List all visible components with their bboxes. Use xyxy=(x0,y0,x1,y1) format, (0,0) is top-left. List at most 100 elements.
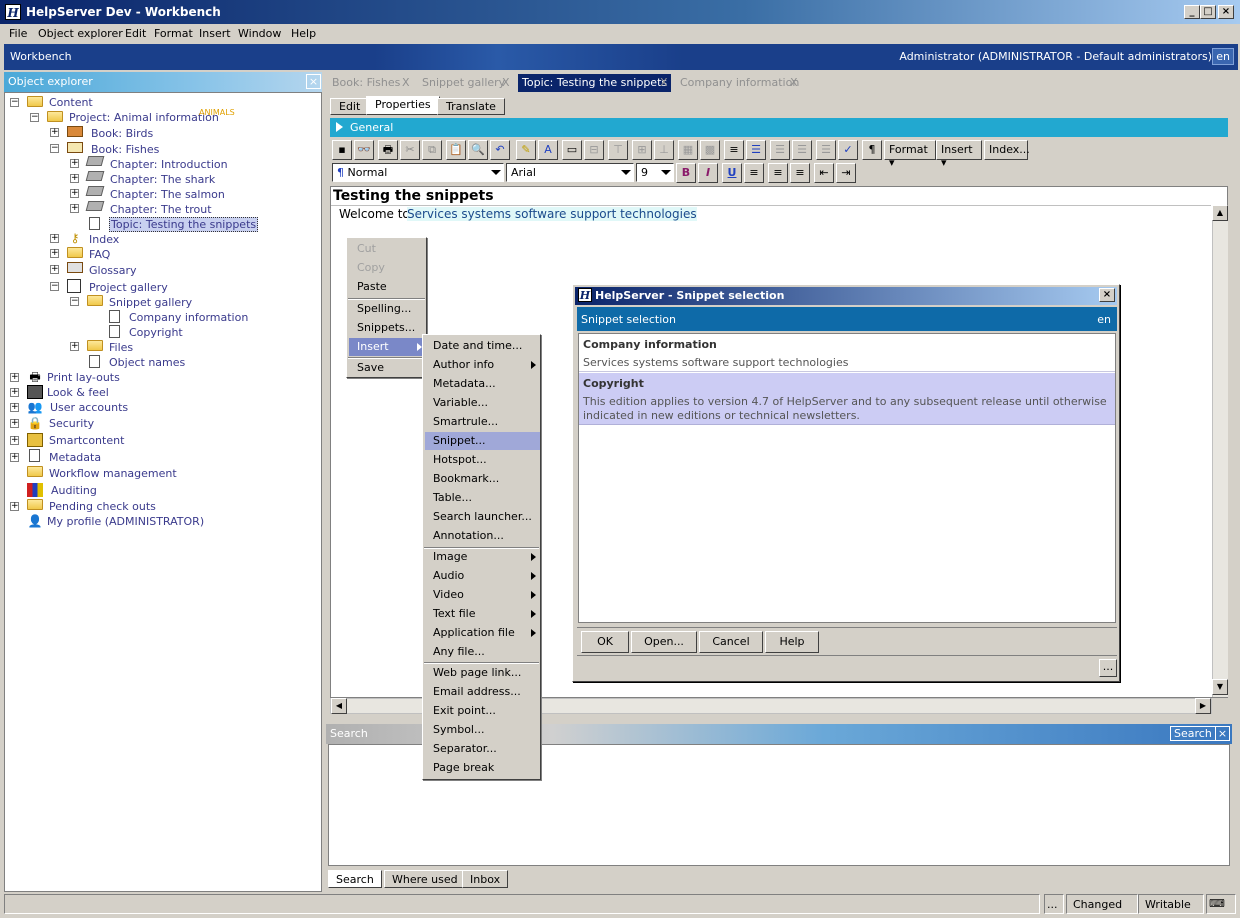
status-dots-button[interactable]: ... xyxy=(1044,894,1064,914)
copy-icon[interactable]: ⧉ xyxy=(422,140,442,160)
tree-item-content[interactable]: Content xyxy=(49,96,93,109)
tree-item-index[interactable]: Index xyxy=(89,233,119,246)
menu-item-annotation[interactable]: Annotation... xyxy=(425,527,512,545)
menu-item-table[interactable]: Table... xyxy=(425,489,480,507)
index-button[interactable]: Index... xyxy=(984,140,1030,160)
tree-item-object-names[interactable]: Object names xyxy=(109,356,185,369)
menu-format[interactable]: Format xyxy=(154,27,193,40)
tab-where-used[interactable]: Where used xyxy=(384,870,466,888)
menu-item-search-launcher[interactable]: Search launcher... xyxy=(425,508,540,526)
close-window-button[interactable]: × xyxy=(1218,5,1234,19)
paragraph-style-select[interactable]: ¶ Normal xyxy=(332,163,504,182)
menu-item-insert[interactable]: Insert xyxy=(349,338,426,356)
expand-icon[interactable]: + xyxy=(10,388,19,397)
menu-item-separator[interactable]: Separator... xyxy=(425,740,505,758)
tree-item-company-information[interactable]: Company information xyxy=(129,311,248,324)
find-icon[interactable]: 🔍 xyxy=(468,140,488,160)
tree-item-chapter-shark[interactable]: Chapter: The shark xyxy=(110,173,215,186)
highlight-icon[interactable]: ✎ xyxy=(516,140,536,160)
scroll-left-icon[interactable]: ◀ xyxy=(331,698,347,714)
expand-icon[interactable]: + xyxy=(50,249,59,258)
style-icon[interactable]: A xyxy=(538,140,558,160)
tree-item-user-accounts[interactable]: User accounts xyxy=(50,401,128,414)
tree-item-chapter-trout[interactable]: Chapter: The trout xyxy=(110,203,212,216)
menu-item-smartrule[interactable]: Smartrule... xyxy=(425,413,506,431)
menu-item-text-file[interactable]: Text file xyxy=(425,605,540,623)
collapse-icon[interactable]: − xyxy=(10,98,19,107)
menu-item-image[interactable]: Image xyxy=(425,548,540,566)
ok-button[interactable]: OK xyxy=(581,631,629,653)
cut-icon[interactable]: ✂ xyxy=(400,140,420,160)
menu-item-page-break[interactable]: Page break xyxy=(425,759,502,777)
print-icon[interactable]: 🖶 xyxy=(378,140,398,160)
menu-item-hotspot[interactable]: Hotspot... xyxy=(425,451,495,469)
tree-item-chapter-salmon[interactable]: Chapter: The salmon xyxy=(110,188,225,201)
collapse-icon[interactable]: − xyxy=(50,144,59,153)
expand-icon[interactable]: + xyxy=(70,342,79,351)
indent-icon[interactable]: ⇥ xyxy=(836,163,856,183)
cancel-button[interactable]: Cancel xyxy=(699,631,763,653)
scroll-up-icon[interactable]: ▲ xyxy=(1212,205,1228,221)
help-button[interactable]: Help xyxy=(765,631,819,653)
tree-item-auditing[interactable]: Auditing xyxy=(51,484,97,497)
tree-item-pending-checkouts[interactable]: Pending check outs xyxy=(49,500,156,513)
list-item[interactable]: Copyright This edition applies to versio… xyxy=(579,373,1115,425)
minimize-button[interactable]: _ xyxy=(1184,5,1200,19)
tree-item-files[interactable]: Files xyxy=(109,341,133,354)
menu-item-application-file[interactable]: Application file xyxy=(425,624,540,642)
menu-item-metadata[interactable]: Metadata... xyxy=(425,375,504,393)
align-left-icon[interactable]: ≡ xyxy=(744,163,764,183)
tree-item-my-profile[interactable]: My profile (ADMINISTRATOR) xyxy=(47,515,204,528)
expand-icon[interactable]: + xyxy=(10,419,19,428)
menu-item-author-info[interactable]: Author info xyxy=(425,356,540,374)
expand-icon[interactable]: + xyxy=(50,234,59,243)
italic-button[interactable]: I xyxy=(698,163,718,183)
spellcheck-icon[interactable]: ✓ xyxy=(838,140,858,160)
inserted-snippet[interactable]: Services systems software support techno… xyxy=(407,207,697,221)
pilcrow-icon[interactable]: ¶ xyxy=(862,140,882,160)
close-tab-icon[interactable]: X xyxy=(656,74,672,92)
scroll-down-icon[interactable]: ▼ xyxy=(1212,679,1228,695)
table-row-icon[interactable]: ⊟ xyxy=(584,140,604,160)
list-indent-icon[interactable]: ☰ xyxy=(770,140,790,160)
tree-item-faq[interactable]: FAQ xyxy=(89,248,110,261)
list-style-icon[interactable]: ☰ xyxy=(816,140,836,160)
cell-icon[interactable]: ▦ xyxy=(678,140,698,160)
menu-item-bookmark[interactable]: Bookmark... xyxy=(425,470,507,488)
more-button[interactable]: ... xyxy=(1099,659,1117,677)
tab-edit[interactable]: Edit xyxy=(330,98,370,115)
tab-book-fishes[interactable]: Book: Fishes xyxy=(328,74,404,92)
font-select[interactable]: Arial xyxy=(506,163,634,182)
keyboard-icon[interactable]: ⌨ xyxy=(1206,894,1236,914)
split-icon[interactable]: ⊥ xyxy=(654,140,674,160)
align-right-icon[interactable]: ≡ xyxy=(790,163,810,183)
expand-icon[interactable]: + xyxy=(50,128,59,137)
tree-item-smartcontent[interactable]: Smartcontent xyxy=(49,434,124,447)
tab-properties[interactable]: Properties xyxy=(366,96,440,115)
insert-dropdown[interactable]: Insert ▾ xyxy=(936,140,982,169)
menu-object-explorer[interactable]: Object explorer xyxy=(38,27,123,40)
close-tab-icon[interactable]: X xyxy=(786,74,802,92)
close-tab-icon[interactable]: X xyxy=(498,74,514,92)
menu-item-symbol[interactable]: Symbol... xyxy=(425,721,492,739)
close-search-icon[interactable]: × xyxy=(1215,726,1230,741)
tab-company-information[interactable]: Company information xyxy=(676,74,803,92)
tab-inbox[interactable]: Inbox xyxy=(462,870,509,888)
save-icon[interactable]: ▪ xyxy=(332,140,352,160)
menu-item-date-time[interactable]: Date and time... xyxy=(425,337,530,355)
tree-item-topic-snippets[interactable]: Topic: Testing the snippets xyxy=(109,217,259,232)
grid-icon[interactable]: ▩ xyxy=(700,140,720,160)
menu-item-paste[interactable]: Paste xyxy=(349,278,395,296)
paste-icon[interactable]: 📋 xyxy=(446,140,466,160)
underline-button[interactable]: U xyxy=(722,163,742,183)
expand-icon[interactable]: + xyxy=(10,373,19,382)
collapse-icon[interactable]: − xyxy=(70,297,79,306)
menu-item-any-file[interactable]: Any file... xyxy=(425,643,493,661)
search-button[interactable]: Search xyxy=(1170,726,1216,741)
list-outdent-icon[interactable]: ☰ xyxy=(792,140,812,160)
align-center-icon[interactable]: ≡ xyxy=(768,163,788,183)
menu-window[interactable]: Window xyxy=(238,27,281,40)
tree-item-snippet-gallery[interactable]: Snippet gallery xyxy=(109,296,192,309)
menu-item-audio[interactable]: Audio xyxy=(425,567,540,585)
tab-search[interactable]: Search xyxy=(328,870,382,888)
